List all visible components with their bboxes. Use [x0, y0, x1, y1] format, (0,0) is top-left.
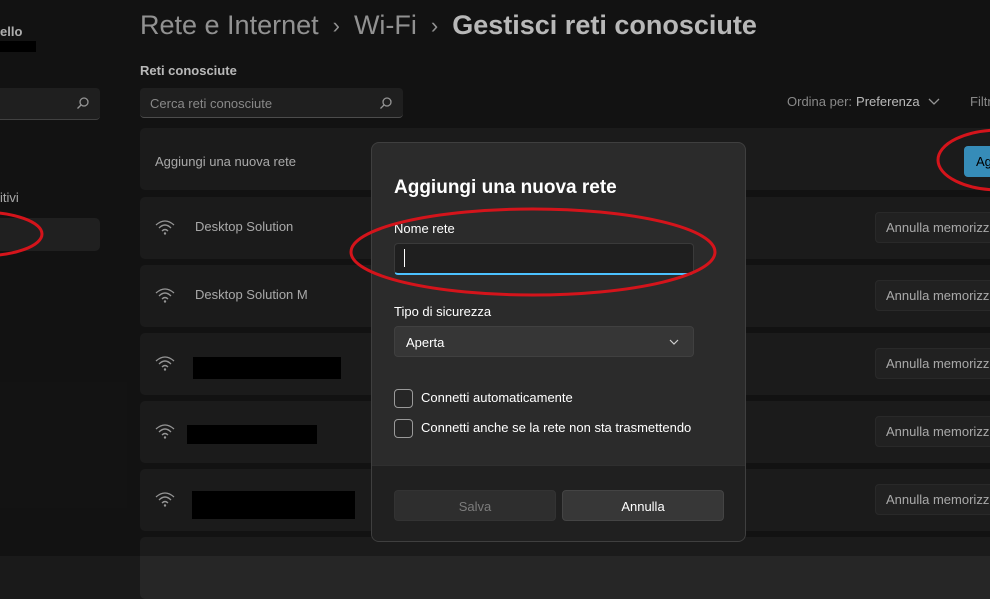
cancel-button[interactable]: Annulla [562, 490, 724, 521]
dialog-title: Aggiungi una nuova rete [394, 177, 617, 198]
auto-connect-label[interactable]: Connetti automaticamente [421, 390, 573, 405]
network-name-label: Nome rete [394, 221, 455, 236]
network-name-field[interactable] [394, 243, 694, 275]
security-type-value: Aperta [406, 335, 445, 350]
save-button[interactable]: Salva [394, 490, 556, 521]
security-type-label: Tipo di sicurezza [394, 304, 492, 319]
auto-connect-checkbox[interactable] [394, 389, 413, 408]
add-network-dialog: Aggiungi una nuova rete Nome rete Tipo d… [371, 142, 746, 542]
network-name-input[interactable] [395, 244, 693, 273]
security-type-dropdown[interactable]: Aperta [394, 326, 694, 357]
connect-hidden-label[interactable]: Connetti anche se la rete non sta trasme… [421, 420, 691, 435]
text-cursor [404, 249, 405, 267]
connect-hidden-checkbox[interactable] [394, 419, 413, 438]
dialog-footer: Salva Annulla [372, 465, 745, 541]
chevron-down-icon [669, 339, 679, 345]
